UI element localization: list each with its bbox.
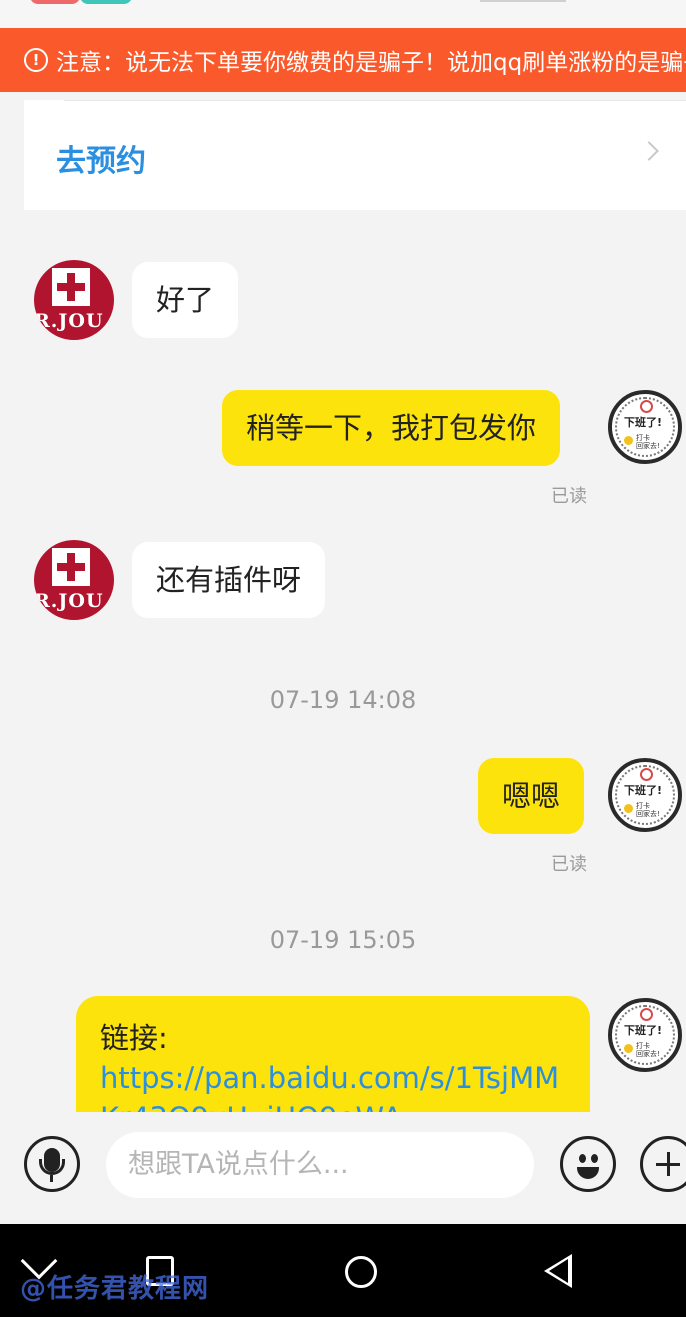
chevron-right-icon xyxy=(639,141,659,161)
emoji-face-icon xyxy=(624,436,633,445)
read-status: 已读 xyxy=(551,486,587,507)
self-avatar[interactable]: 下班了! 打卡 回家去! xyxy=(608,390,682,464)
message-bubble-outgoing[interactable]: 稍等一下，我打包发你 xyxy=(222,390,561,466)
read-status: 已读 xyxy=(551,854,587,875)
home-icon[interactable] xyxy=(345,1256,377,1288)
message-bubble-incoming[interactable]: 还有插件呀 xyxy=(132,542,326,618)
face-icon xyxy=(640,400,653,413)
avatar-brand-text: R.JOU xyxy=(34,310,104,332)
avatar-small-text: 打卡 回家去! xyxy=(636,434,660,450)
message-bubble-outgoing[interactable]: 嗯嗯 xyxy=(478,758,585,834)
other-avatar[interactable]: R.JOU xyxy=(34,540,114,620)
avatar-caption: 下班了! xyxy=(624,784,663,797)
avatar-caption: 下班了! xyxy=(624,416,663,429)
avatar-brand-text: R.JOU xyxy=(34,590,104,612)
watermark-text: @任务君教程网 xyxy=(20,1274,210,1304)
warning-notice-bar: ! 注意：说无法下单要你缴费的是骗子！说加qq刷单涨粉的是骗子！ xyxy=(0,28,686,92)
self-avatar[interactable]: 下班了! 打卡 回家去! xyxy=(608,758,682,832)
timestamp: 07-19 14:08 xyxy=(269,686,417,714)
avatar-small-text: 打卡 回家去! xyxy=(636,802,660,818)
avatar-small-text: 打卡 回家去! xyxy=(636,1042,660,1058)
strip-divider xyxy=(480,0,566,2)
message-bubble-link[interactable]: 链接: https://pan.baidu.com/s/1TsjMMKr43O9… xyxy=(76,996,590,1112)
mic-stem xyxy=(50,1175,53,1182)
message-input[interactable]: 想跟TA说点什么... xyxy=(106,1132,534,1198)
booking-link[interactable]: 去预约 xyxy=(56,136,146,180)
mic-cup xyxy=(39,1159,65,1175)
face-icon xyxy=(640,768,653,781)
link-label: 链接: xyxy=(100,1021,168,1055)
emoji-face-icon xyxy=(624,804,633,813)
other-avatar[interactable]: R.JOU xyxy=(34,260,114,340)
emoji-eye xyxy=(591,1154,598,1163)
message-input-bar: 想跟TA说点什么... xyxy=(0,1112,686,1224)
cross-logo-icon xyxy=(52,548,90,586)
emoji-mouth xyxy=(577,1167,599,1179)
emoji-face-icon xyxy=(624,1044,633,1053)
plus-icon[interactable] xyxy=(640,1136,686,1192)
share-url-link[interactable]: https://pan.baidu.com/s/1TsjMMKr43O9xHui… xyxy=(100,1058,566,1112)
message-bubble-incoming[interactable]: 好了 xyxy=(132,262,239,338)
back-triangle-icon[interactable] xyxy=(544,1254,572,1288)
app-tab-red xyxy=(30,0,80,4)
self-avatar[interactable]: 下班了! 打卡 回家去! xyxy=(608,998,682,1072)
card-divider xyxy=(64,100,686,101)
booking-card[interactable]: 去预约 xyxy=(24,100,686,210)
exclamation-circle-icon: ! xyxy=(24,48,48,72)
avatar-caption: 下班了! xyxy=(624,1024,663,1037)
notice-text: 注意：说无法下单要你缴费的是骗子！说加qq刷单涨粉的是骗子！ xyxy=(56,50,686,76)
emoji-eye xyxy=(579,1154,586,1163)
microphone-icon[interactable] xyxy=(24,1136,80,1192)
emoji-smile-icon[interactable] xyxy=(560,1136,616,1192)
app-tab-teal xyxy=(80,0,132,4)
status-strip xyxy=(0,0,686,28)
cross-logo-icon xyxy=(52,268,90,306)
timestamp: 07-19 15:05 xyxy=(269,926,417,954)
face-icon xyxy=(640,1008,653,1021)
